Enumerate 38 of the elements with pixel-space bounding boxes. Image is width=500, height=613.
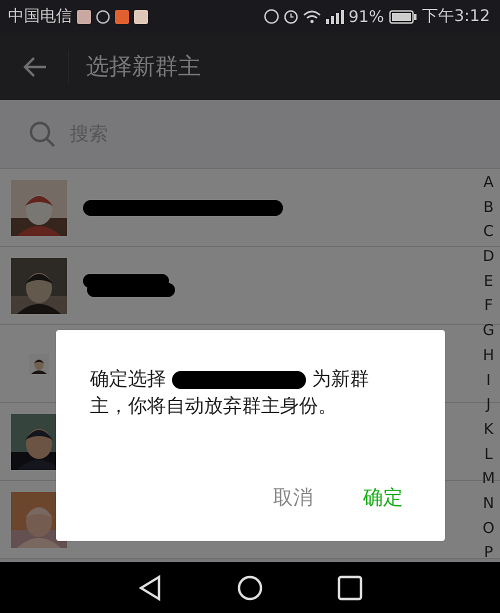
index-letter[interactable]: M: [482, 466, 495, 491]
app-icon: [115, 10, 129, 24]
wifi-icon: [302, 10, 320, 24]
dialog-message: 为新群: [312, 367, 369, 392]
dialog-message: 确定选择: [90, 367, 166, 392]
recent-apps-icon[interactable]: [337, 574, 364, 600]
clock: 下午3:12: [422, 6, 490, 27]
dialog-button[interactable]: 确定: [361, 482, 405, 513]
index-letter[interactable]: I: [486, 368, 491, 392]
index-letter[interactable]: F: [484, 293, 493, 318]
page-title: 选择新群主: [86, 53, 201, 82]
alarm-icon: [284, 10, 298, 24]
home-icon[interactable]: [236, 574, 264, 602]
battery-percentage: 91%: [348, 7, 384, 26]
index-letter[interactable]: A: [483, 170, 494, 195]
index-letter[interactable]: O: [482, 516, 494, 540]
index-letter[interactable]: D: [482, 244, 494, 269]
index-letter[interactable]: L: [484, 442, 493, 466]
signal-icon: [326, 10, 344, 24]
index-letter[interactable]: B: [483, 194, 494, 220]
index-letter[interactable]: E: [484, 268, 494, 294]
carrier-name: 中国电信: [8, 6, 72, 27]
circle-icon: [264, 9, 278, 24]
index-letter[interactable]: K: [484, 416, 494, 442]
index-letter[interactable]: P: [484, 540, 494, 562]
index-letter[interactable]: N: [482, 490, 494, 516]
index-letter[interactable]: G: [482, 318, 494, 343]
back-icon[interactable]: [136, 574, 163, 602]
circle-icon: [96, 10, 110, 24]
app-icon: [134, 10, 148, 24]
battery-icon: [389, 10, 418, 24]
index-letter[interactable]: C: [483, 219, 494, 244]
app-icon: [77, 10, 91, 24]
search-icon: [28, 120, 56, 148]
dialog-message: 主，你将自动放弃群主身份。: [90, 394, 337, 419]
index-letter[interactable]: H: [482, 342, 494, 368]
index-letter[interactable]: J: [486, 392, 491, 417]
dialog-button[interactable]: 取消: [271, 482, 315, 513]
